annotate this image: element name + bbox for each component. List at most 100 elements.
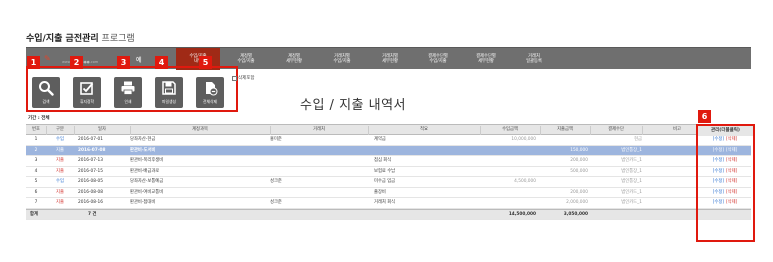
col-header-account: 계정과목 [192, 127, 208, 132]
cell-type: 수입 [56, 179, 64, 184]
cell-no: 3 [34, 158, 38, 163]
print-button[interactable]: 인쇄 [114, 77, 142, 108]
cell-date: 2016-08-16 [78, 200, 103, 205]
edit-link[interactable]: [수정] [702, 188, 724, 198]
delete-link[interactable]: [삭제] [726, 188, 748, 198]
page-title: 수입 / 지출 내역서 [300, 98, 406, 113]
callout-badge-5: 5 [199, 56, 212, 69]
show-deleted-box[interactable] [232, 75, 237, 81]
cell-income [480, 188, 536, 198]
cell-memo: 계약금 [374, 137, 386, 142]
nav-item-vendor-detail[interactable]: 거래처별 세부현황 [368, 48, 412, 70]
table-row[interactable]: 5 수입 2016-08-05 당좌자산-보통예금 성크준 미수금 입금 4,5… [26, 177, 751, 188]
delete-link[interactable]: [삭제] [726, 177, 748, 187]
edit-link[interactable]: [수정] [702, 198, 724, 208]
callout-badge-1: 1 [27, 56, 40, 69]
col-header-type: 구분 [56, 127, 64, 132]
cell-date: 2016-07-08 [78, 147, 106, 153]
nav-item-account-detail[interactable]: 계정별 세부현황 [272, 48, 316, 70]
total-label: 합계 [30, 212, 38, 217]
checkbox-edit-icon [80, 82, 94, 95]
view-all-button[interactable]: 휴지정학 [73, 77, 101, 108]
delete-link[interactable]: [삭제] [726, 198, 748, 208]
cell-expense: 200,000 [570, 158, 588, 163]
cell-date: 2016-07-13 [78, 158, 103, 163]
logo-tail: 예 [136, 57, 142, 64]
logo-icon: ✎ [44, 54, 51, 63]
nav-item-vendor-bulk-register[interactable]: 거래처 일괄등록 [512, 48, 556, 70]
file-export-button-label: 파일생성 [162, 99, 176, 104]
callout-badge-2: 2 [70, 56, 83, 69]
table-row[interactable]: 1 수입 2016-07-01 당좌자산-현금 홍미준 계약금 10,000,0… [26, 135, 751, 146]
cell-expense [540, 135, 588, 145]
cell-method: 법인카드_1 [621, 189, 642, 195]
edit-link[interactable]: [수정] [702, 135, 724, 145]
app-title-sub: 프로그램 [98, 34, 135, 44]
cell-no: 1 [34, 137, 38, 142]
search-button[interactable]: 검색 [32, 77, 60, 108]
cell-vendor [270, 188, 368, 198]
cell-expense: 200,000 [570, 189, 588, 195]
edit-link[interactable]: [수정] [702, 167, 724, 177]
callout-badge-6: 6 [698, 110, 711, 123]
cell-date: 2016-08-08 [78, 189, 103, 195]
cell-method: 현금 [634, 137, 642, 142]
nav-item-method-income-expense[interactable]: 결제수단별 수입/지출 [416, 48, 460, 70]
col-header-expense: 지출금액 [557, 127, 573, 132]
cell-income: 10,000,000 [511, 137, 536, 142]
nav-item-method-detail[interactable]: 결제수단별 세부현황 [464, 48, 508, 70]
cell-expense [540, 177, 588, 187]
cell-account: 판관비-배급과로 [130, 168, 160, 174]
edit-link[interactable]: [수정] [702, 146, 724, 156]
cell-date: 2016-08-05 [78, 179, 103, 184]
show-deleted-checkbox[interactable]: 삭제포함 [232, 75, 255, 81]
table-row[interactable]: 4 지출 2016-07-15 판관비-배급과로 보험료 수납 500,000 … [26, 167, 751, 177]
cell-income [480, 146, 536, 156]
cell-type: 지출 [56, 158, 64, 163]
callout-badge-3: 3 [117, 56, 130, 69]
cell-type: 지출 [56, 168, 64, 174]
table-total-row: 합계 7 건 14,500,000 3,050,000 [26, 209, 751, 220]
cell-expense: 500,000 [570, 168, 588, 174]
cell-method: 법인통장_1 [621, 168, 642, 174]
period-label: 기간 : 전체 [28, 116, 50, 121]
delete-all-button[interactable]: 전체삭제 [196, 77, 224, 108]
cell-vendor: 홍미준 [270, 137, 282, 142]
cell-no: 6 [34, 189, 38, 195]
edit-link[interactable]: [수정] [702, 156, 724, 166]
cell-expense: 2,000,000 [566, 200, 588, 205]
cell-account: 당좌자산-보통예금 [130, 179, 164, 184]
col-header-memo: 적요 [420, 127, 428, 132]
cell-date: 2016-07-15 [78, 168, 103, 174]
cell-memo: 출장비 [374, 189, 386, 195]
view-all-button-label: 휴지정학 [80, 99, 94, 104]
cell-type: 수입 [56, 137, 64, 142]
file-export-button[interactable]: 파일생성 [155, 77, 183, 108]
delete-link[interactable]: [삭제] [726, 167, 748, 177]
cell-no: 4 [34, 168, 38, 174]
edit-link[interactable]: [수정] [702, 177, 724, 187]
table-row[interactable]: 7 지출 2016-08-16 판관비-접대비 성크준 거래처 회식 2,000… [26, 198, 751, 209]
table-row[interactable]: 3 지출 2016-07-13 판관비-복리후생비 점심 회식 200,000 … [26, 156, 751, 167]
delete-link[interactable]: [삭제] [726, 156, 748, 166]
cell-memo [374, 146, 480, 156]
cell-income [480, 198, 536, 208]
cell-no: 5 [34, 179, 38, 184]
table-row[interactable]: 2 지출 2016-07-08 판관비-도서비 150,000 법인통장_1 [… [26, 145, 751, 156]
cell-vendor [270, 156, 368, 166]
cell-account: 판관비-복리후생비 [130, 158, 164, 163]
table-row[interactable]: 6 지출 2016-08-08 판관비-여비교통비 출장비 200,000 법인… [26, 188, 751, 198]
callout-badge-4: 4 [155, 56, 168, 69]
delete-link[interactable]: [삭제] [726, 135, 748, 145]
cell-type: 지출 [56, 147, 64, 153]
cell-no: 7 [34, 200, 38, 205]
trash-icon [206, 82, 218, 96]
cell-type: 지출 [56, 189, 64, 195]
nav-item-vendor-income-expense[interactable]: 거래처별 수입/지출 [320, 48, 364, 70]
print-button-label: 인쇄 [124, 99, 132, 104]
cell-no: 2 [34, 147, 38, 153]
cell-vendor: 성크준 [270, 179, 282, 184]
cell-memo: 거래처 회식 [374, 200, 396, 205]
delete-link[interactable]: [삭제] [726, 146, 748, 156]
cell-account: 당좌자산-현금 [130, 137, 156, 142]
